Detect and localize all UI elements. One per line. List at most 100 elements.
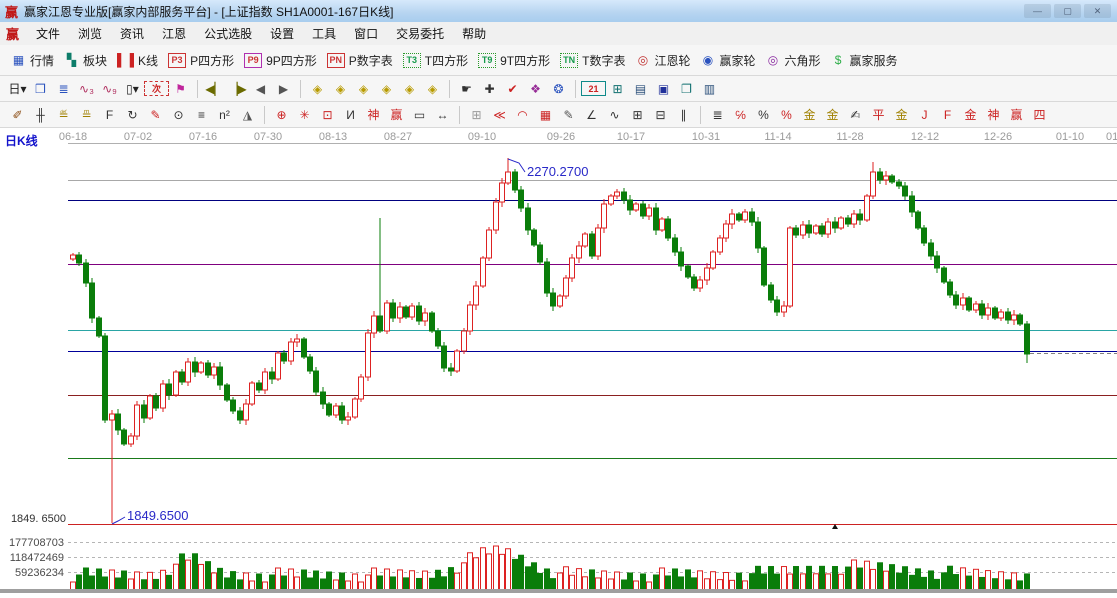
tool-cycle-tool[interactable]: ⊙ bbox=[167, 105, 190, 125]
menu-item-7[interactable]: 窗口 bbox=[345, 22, 387, 45]
tool-gold-angle-tool[interactable]: 金 bbox=[959, 105, 982, 125]
tool-period-selector-dropdown[interactable]: 日▾ bbox=[6, 79, 29, 99]
tool-measure-tool[interactable]: ✔ bbox=[501, 79, 524, 99]
tool-notes[interactable]: ▤ bbox=[629, 79, 652, 99]
tool-save[interactable]: ▣ bbox=[652, 79, 675, 99]
tool-indicator-9[interactable]: ∿₉ bbox=[98, 79, 121, 99]
tool-arc-grid-tool[interactable]: ◠ bbox=[511, 105, 534, 125]
tool-gann-gold-1[interactable]: ≝ bbox=[52, 105, 75, 125]
tool-gann-tool-purple[interactable]: ❖ bbox=[524, 79, 547, 99]
bottom-scroll-strip[interactable] bbox=[0, 589, 1117, 593]
tool-calculator[interactable]: ⊞ bbox=[606, 79, 629, 99]
tool-t-square[interactable]: T3T四方形 bbox=[398, 51, 473, 70]
tool-angle-tool[interactable]: ∠ bbox=[580, 105, 603, 125]
close-button[interactable]: ✕ bbox=[1084, 4, 1111, 18]
menu-item-4[interactable]: 公式选股 bbox=[195, 22, 261, 45]
tool-remote-pc[interactable]: ▥ bbox=[698, 79, 721, 99]
tool-pen-red-tool[interactable]: ✎ bbox=[144, 105, 167, 125]
tool-ink-pen-tool[interactable]: ✍ bbox=[844, 105, 867, 125]
tool-chart-window[interactable]: ❒ bbox=[29, 79, 52, 99]
tool-percent-line-tool[interactable]: % bbox=[775, 105, 798, 125]
tool-next-bar[interactable]: ▶ bbox=[272, 79, 295, 99]
tool-percent-7-tool[interactable]: ℅ bbox=[729, 105, 752, 125]
tool-ying-angle-tool[interactable]: 赢 bbox=[1005, 105, 1028, 125]
tool-shen-angle-tool[interactable]: 神 bbox=[982, 105, 1005, 125]
tool-grid-lines-tool[interactable]: ╫ bbox=[29, 105, 52, 125]
tool-gold-underline-tool[interactable]: 金 bbox=[890, 105, 913, 125]
tool-p-square[interactable]: P3P四方形 bbox=[163, 51, 239, 70]
tool-gann-wheel[interactable]: ◎江恩轮 bbox=[630, 51, 695, 70]
tool-quote-list[interactable]: ≣ bbox=[52, 79, 75, 99]
tool-stamp[interactable]: 次 bbox=[144, 81, 169, 96]
tool-hexagon[interactable]: ◎六角形 bbox=[761, 51, 826, 70]
tool-candle-type-dropdown[interactable]: ▯▾ bbox=[121, 79, 144, 99]
tool-star-grid-tool[interactable]: ✳ bbox=[293, 105, 316, 125]
kline-chart-svg[interactable]: 06-1807-0207-1607-3008-1308-2709-1009-26… bbox=[0, 128, 1117, 593]
tool-sectors[interactable]: ▚板块 bbox=[59, 51, 112, 70]
menu-item-3[interactable]: 江恩 bbox=[153, 22, 195, 45]
menu-item-5[interactable]: 设置 bbox=[261, 22, 303, 45]
tool-fan-lines-tool[interactable]: ≪ bbox=[488, 105, 511, 125]
tool-indicator-3[interactable]: ∿₃ bbox=[75, 79, 98, 99]
tool-market-quotes[interactable]: ▦行情 bbox=[6, 51, 59, 70]
kline-chart-area[interactable]: 日K线 06-1807-0207-1607-3008-1308-2709-100… bbox=[0, 128, 1117, 593]
menu-item-0[interactable]: 文件 bbox=[27, 22, 69, 45]
tool-ruler-tool[interactable]: ▭ bbox=[408, 105, 431, 125]
tool-grid-black-tool[interactable]: ⊞ bbox=[626, 105, 649, 125]
menu-item-6[interactable]: 工具 bbox=[303, 22, 345, 45]
tool-ying-tool[interactable]: 赢 bbox=[385, 105, 408, 125]
tool-width-tool[interactable]: ↔ bbox=[431, 105, 454, 125]
tool-square-grid-tool[interactable]: ⊡ bbox=[316, 105, 339, 125]
tool-shift-left[interactable]: ◈ bbox=[306, 79, 329, 99]
tool-first-page[interactable]: ◀▏ bbox=[203, 79, 226, 99]
tool-window-frame-tool[interactable]: ⊞ bbox=[465, 105, 488, 125]
tool-gann-gold-2[interactable]: ≞ bbox=[75, 105, 98, 125]
tool-color-chart[interactable]: ⚑ bbox=[169, 79, 192, 99]
tool-n2-tool[interactable]: n² bbox=[213, 105, 236, 125]
tool-multi-line-tool[interactable]: ≡ bbox=[190, 105, 213, 125]
tool-kline[interactable]: ▌▐K线 bbox=[112, 51, 163, 70]
tool-compress-horizontal[interactable]: ◈ bbox=[375, 79, 398, 99]
tool-winner-service[interactable]: $赢家服务 bbox=[826, 51, 903, 70]
tool-winner-wheel[interactable]: ◉赢家轮 bbox=[696, 51, 761, 70]
tool-expand-horizontal[interactable]: ◈ bbox=[352, 79, 375, 99]
menu-item-1[interactable]: 浏览 bbox=[69, 22, 111, 45]
tool-scale-tool[interactable]: ≣ bbox=[706, 105, 729, 125]
menu-item-8[interactable]: 交易委托 bbox=[387, 22, 453, 45]
tool-expand-all[interactable]: ◈ bbox=[398, 79, 421, 99]
tool-j-angle-tool[interactable]: J bbox=[913, 105, 936, 125]
tool-crosshair-tool[interactable]: ✚ bbox=[478, 79, 501, 99]
tool-9t-square[interactable]: T99T四方形 bbox=[473, 51, 555, 70]
tool-hand-tool[interactable]: ☛ bbox=[455, 79, 478, 99]
tool-gold-line-tool[interactable]: 金 bbox=[821, 105, 844, 125]
tool-calendar[interactable]: 21 bbox=[581, 81, 606, 96]
tool-9p-square[interactable]: P99P四方形 bbox=[239, 51, 322, 70]
tool-pencil-tool[interactable]: ✎ bbox=[557, 105, 580, 125]
tool-compress-all[interactable]: ◈ bbox=[421, 79, 444, 99]
tool-grid-black2-tool[interactable]: ⊟ bbox=[649, 105, 672, 125]
tool-zigzag-tool[interactable]: ∿ bbox=[603, 105, 626, 125]
tool-parallel-lines-tool[interactable]: ∥ bbox=[672, 105, 695, 125]
tool-wave-tool[interactable]: И bbox=[339, 105, 362, 125]
tool-export[interactable]: ❐ bbox=[675, 79, 698, 99]
menu-item-2[interactable]: 资讯 bbox=[111, 22, 153, 45]
tool-shift-right[interactable]: ◈ bbox=[329, 79, 352, 99]
tool-circle-cross-tool[interactable]: ⊕ bbox=[270, 105, 293, 125]
minimize-button[interactable]: — bbox=[1024, 4, 1051, 18]
tool-f-angle-tool[interactable]: F bbox=[936, 105, 959, 125]
maximize-button[interactable]: ▢ bbox=[1054, 4, 1081, 18]
tool-prev-bar[interactable]: ◀ bbox=[249, 79, 272, 99]
tool-shen-tool[interactable]: 神 bbox=[362, 105, 385, 125]
tool-gold-circle-tool[interactable]: 金 bbox=[798, 105, 821, 125]
tool-percent-tool[interactable]: % bbox=[752, 105, 775, 125]
tool-gann-tool-blue[interactable]: ❂ bbox=[547, 79, 570, 99]
menu-item-9[interactable]: 帮助 bbox=[453, 22, 495, 45]
tool-flag-tool[interactable]: ◮ bbox=[236, 105, 259, 125]
tool-grid-red-tool[interactable]: ▦ bbox=[534, 105, 557, 125]
tool-fibonacci-tool[interactable]: F bbox=[98, 105, 121, 125]
tool-t-number-table[interactable]: TNT数字表 bbox=[555, 51, 630, 70]
tool-knife-tool[interactable]: ✐ bbox=[6, 105, 29, 125]
tool-spiral-tool[interactable]: ↻ bbox=[121, 105, 144, 125]
tool-p-number-table[interactable]: PNP数字表 bbox=[322, 51, 398, 70]
tool-pivot-tool[interactable]: 平 bbox=[867, 105, 890, 125]
